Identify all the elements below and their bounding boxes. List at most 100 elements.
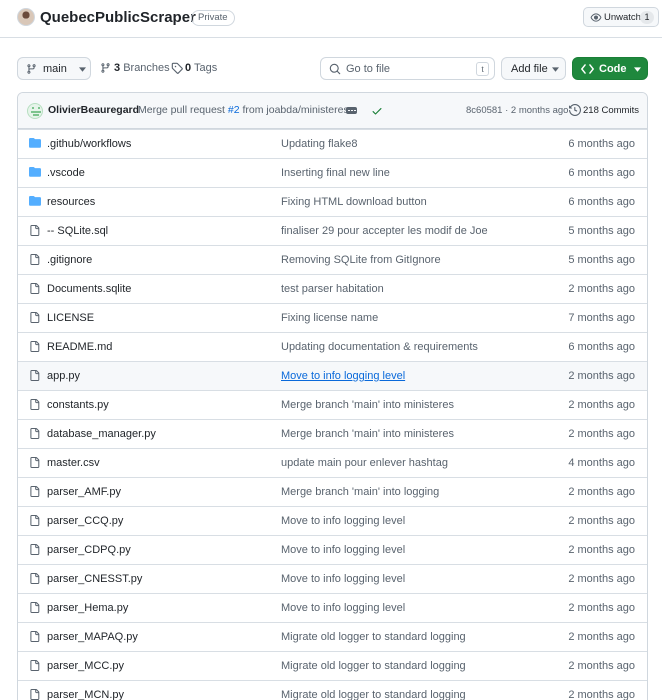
go-to-file-input[interactable]: Go to file t	[320, 57, 495, 80]
file-row[interactable]: parser_MAPAQ.py Migrate old logger to sta…	[18, 622, 647, 651]
file-commit-message-link[interactable]: test parser habitation	[281, 283, 384, 295]
code-button[interactable]: Code	[572, 57, 648, 80]
file-row[interactable]: .github/workflows Updating flake8 6 months…	[18, 129, 647, 158]
repo-name[interactable]: QuebecPublicScraper	[40, 8, 196, 28]
file-name-link[interactable]: parser_CDPQ.py	[47, 544, 131, 556]
folder-icon	[29, 166, 41, 177]
file-name-link[interactable]: LICENSE	[47, 312, 94, 324]
file-commit-age: 7 months ago	[568, 312, 635, 324]
branches-link[interactable]: 3 Branches	[100, 62, 170, 74]
author-avatar[interactable]	[27, 103, 43, 119]
file-name-link[interactable]: master.csv	[47, 457, 100, 469]
file-name-link[interactable]: README.md	[47, 341, 112, 353]
file-commit-message-link[interactable]: Move to info logging level	[281, 544, 405, 556]
file-icon	[29, 485, 40, 498]
file-commit-message-link[interactable]: Move to info logging level	[281, 370, 405, 382]
pr-link[interactable]: #2	[228, 104, 240, 116]
branch-select-button[interactable]: main	[17, 57, 91, 80]
file-name-link[interactable]: parser_CCQ.py	[47, 515, 123, 527]
file-commit-message-link[interactable]: Migrate old logger to standard logging	[281, 631, 466, 643]
tags-link[interactable]: 0 Tags	[171, 62, 217, 74]
file-name-link[interactable]: resources	[47, 196, 95, 208]
commits-count-link[interactable]: 218 Commits	[583, 105, 639, 116]
file-commit-message-link[interactable]: Inserting final new line	[281, 167, 390, 179]
file-name-link[interactable]: parser_Hema.py	[47, 602, 128, 614]
file-commit-message-link[interactable]: Move to info logging level	[281, 573, 405, 585]
file-icon	[29, 282, 40, 295]
commit-author[interactable]: OlivierBeauregard	[48, 104, 139, 116]
file-commit-message-link[interactable]: Fixing HTML download button	[281, 196, 427, 208]
git-branch-icon	[26, 63, 37, 75]
folder-icon	[29, 195, 41, 206]
file-icon	[29, 572, 40, 585]
file-commit-message-link[interactable]: Updating flake8	[281, 138, 357, 150]
file-commit-message-link[interactable]: Move to info logging level	[281, 602, 405, 614]
file-commit-age: 2 months ago	[568, 689, 635, 700]
file-row[interactable]: Documents.sqlite test parser habitation 2 …	[18, 274, 647, 303]
file-row[interactable]: constants.py Merge branch 'main' into min…	[18, 390, 647, 419]
file-icon	[29, 456, 40, 469]
file-row[interactable]: parser_Hema.py Move to info logging level…	[18, 593, 647, 622]
file-commit-message-link[interactable]: Merge branch 'main' into ministeres	[281, 399, 454, 411]
file-list: OlivierBeauregard Merge pull request #2 …	[17, 92, 648, 700]
file-name-link[interactable]: .vscode	[47, 167, 85, 179]
file-commit-message-link[interactable]: Merge branch 'main' into ministeres	[281, 428, 454, 440]
file-commit-age: 2 months ago	[568, 544, 635, 556]
file-commit-age: 4 months ago	[568, 457, 635, 469]
file-row[interactable]: -- SQLite.sql finaliser 29 pour accepter …	[18, 216, 647, 245]
file-commit-age: 2 months ago	[568, 399, 635, 411]
caret-down-icon	[552, 67, 559, 72]
file-name-link[interactable]: .github/workflows	[47, 138, 131, 150]
check-icon[interactable]	[371, 105, 383, 117]
unwatch-button[interactable]: Unwatch 1	[583, 7, 659, 27]
file-commit-message-link[interactable]: Updating documentation & requirements	[281, 341, 478, 353]
file-commit-message-link[interactable]: Fixing license name	[281, 312, 378, 324]
file-row[interactable]: .gitignore Removing SQLite from GitIgnore…	[18, 245, 647, 274]
file-commit-message-link[interactable]: Move to info logging level	[281, 515, 405, 527]
file-icon	[29, 224, 40, 237]
file-name-link[interactable]: parser_CNESST.py	[47, 573, 142, 585]
file-row[interactable]: LICENSE Fixing license name 7 months ago	[18, 303, 647, 332]
file-name-link[interactable]: parser_MCC.py	[47, 660, 124, 672]
file-commit-message-link[interactable]: Merge branch 'main' into logging	[281, 486, 439, 498]
owner-avatar[interactable]	[17, 8, 35, 26]
file-commit-message-link[interactable]: finaliser 29 pour accepter les modif de …	[281, 225, 488, 237]
file-name-link[interactable]: .gitignore	[47, 254, 92, 266]
file-name-link[interactable]: constants.py	[47, 399, 109, 411]
file-name-link[interactable]: -- SQLite.sql	[47, 225, 108, 237]
commit-hash-age[interactable]: 8c60581 · 2 months ago	[466, 105, 568, 116]
file-commit-message-link[interactable]: Migrate old logger to standard logging	[281, 660, 466, 672]
eye-icon	[590, 12, 602, 23]
file-row[interactable]: parser_CCQ.py Move to info logging level 2…	[18, 506, 647, 535]
file-row[interactable]: app.py Move to info logging level 2 months…	[18, 361, 647, 390]
file-row[interactable]: parser_MCN.py Migrate old logger to stand…	[18, 680, 647, 700]
file-name-link[interactable]: parser_MAPAQ.py	[47, 631, 138, 643]
file-name-link[interactable]: database_manager.py	[47, 428, 156, 440]
file-row[interactable]: parser_MCC.py Migrate old logger to stand…	[18, 651, 647, 680]
file-icon	[29, 688, 40, 700]
file-row[interactable]: resources Fixing HTML download button 6 mo…	[18, 187, 647, 216]
file-commit-age: 5 months ago	[568, 254, 635, 266]
file-row[interactable]: README.md Updating documentation & requir…	[18, 332, 647, 361]
expand-commit-message-button[interactable]	[346, 107, 357, 114]
file-name-link[interactable]: Documents.sqlite	[47, 283, 131, 295]
unwatch-label: Unwatch	[604, 12, 641, 23]
file-name-link[interactable]: parser_MCN.py	[47, 689, 124, 700]
commit-message[interactable]: Merge pull request #2 from joabda/minist…	[138, 104, 349, 116]
file-commit-age: 6 months ago	[568, 167, 635, 179]
commit-message-prefix: Merge pull request	[138, 104, 225, 116]
file-row[interactable]: parser_CNESST.py Move to info logging lev…	[18, 564, 647, 593]
file-row[interactable]: master.csv update main pour enlever hasht…	[18, 448, 647, 477]
file-name-link[interactable]: app.py	[47, 370, 80, 382]
repo-header: QuebecPublicScraper Private Unwatch 1	[0, 0, 662, 38]
file-commit-message-link[interactable]: update main pour enlever hashtag	[281, 457, 448, 469]
file-commit-message-link[interactable]: Migrate old logger to standard logging	[281, 689, 466, 700]
add-file-button[interactable]: Add file	[501, 57, 566, 80]
file-row[interactable]: .vscode Inserting final new line 6 months …	[18, 158, 647, 187]
file-commit-message-link[interactable]: Removing SQLite from GitIgnore	[281, 254, 441, 266]
file-icon	[29, 427, 40, 440]
file-row[interactable]: database_manager.py Merge branch 'main' i…	[18, 419, 647, 448]
file-row[interactable]: parser_CDPQ.py Move to info logging level…	[18, 535, 647, 564]
file-name-link[interactable]: parser_AMF.py	[47, 486, 121, 498]
file-row[interactable]: parser_AMF.py Merge branch 'main' into lo…	[18, 477, 647, 506]
